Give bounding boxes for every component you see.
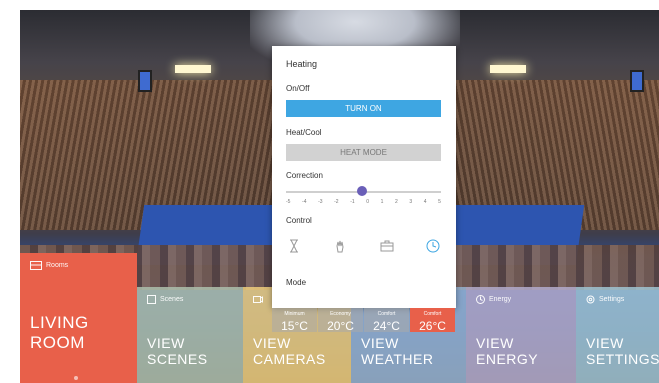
correction-tick: -1 [350,199,355,205]
correction-tick: 2 [394,199,398,205]
control-icons [286,238,441,254]
mode-option-label: Economy [330,311,351,317]
tile-living-room[interactable]: Rooms LIVING ROOM [20,253,137,383]
mode-option[interactable]: Comfort 24°C [364,308,409,333]
scoreboard-screen [138,70,152,92]
heatcool-label: Heat/Cool [286,128,322,137]
mode-selector: Minimum 15°C Economy 20°C Comfort 24°C Comfort… [272,308,456,333]
mode-option-label: Comfort [377,311,396,317]
mode-option[interactable]: Minimum 15°C [272,308,317,333]
tile-settings[interactable]: Settings VIEW SETTINGS [576,287,659,383]
tile-cameras-line1: VIEW [253,335,291,351]
heat-mode-button[interactable]: HEAT MODE [286,144,441,161]
tile-scenes-line2: SCENES [147,351,208,367]
tile-rooms-label: Rooms [46,262,69,269]
mode-option-value: 26°C [419,319,446,333]
mode-option[interactable]: Economy 20°C [318,308,363,333]
correction-tick: 4 [423,199,427,205]
correction-slider-handle[interactable] [357,186,367,196]
tile-energy-line2: ENERGY [476,351,539,367]
onoff-label: On/Off [286,84,310,93]
tile-cameras-line2: CAMERAS [253,351,326,367]
correction-tick: 3 [409,199,413,205]
correction-tick: -4 [302,199,307,205]
control-label: Control [286,216,312,225]
tile-weather-line1: VIEW [361,335,399,351]
hand-icon[interactable] [332,238,348,254]
tile-energy-label: Energy [489,296,512,303]
tile-energy[interactable]: Energy VIEW ENERGY [466,287,576,383]
tile-settings-line1: VIEW [586,335,624,351]
correction-tick: -3 [318,199,323,205]
correction-tick: -2 [334,199,339,205]
correction-tick: 1 [380,199,384,205]
correction-tick: 0 [366,199,370,205]
tile-energy-line1: VIEW [476,335,514,351]
tile-living-line1: LIVING [30,313,89,332]
scoreboard-screen [630,70,644,92]
correction-tick: -5 [286,199,291,205]
scenes-icon [147,295,156,304]
stadium-light [175,65,211,73]
mode-label: Mode [286,278,307,287]
mode-option-value: 15°C [281,319,308,333]
turn-on-button[interactable]: TURN ON [286,100,441,117]
tile-scenes-line1: VIEW [147,335,185,351]
tile-settings-line2: SETTINGS [586,351,659,367]
tile-scenes[interactable]: Scenes VIEW SCENES [137,287,243,383]
mode-option-label: Comfort [423,311,442,317]
mode-option[interactable]: Comfort 26°C [410,308,455,333]
popup-title: Heating [286,59,318,69]
clock-icon[interactable] [425,238,441,254]
mode-option-value: 24°C [373,319,400,333]
hourglass-icon[interactable] [286,238,302,254]
camera-icon [253,296,263,303]
heating-popup: Heating On/Off TURN ON Heat/Cool HEAT MO… [272,46,456,308]
stadium-light [490,65,526,73]
tile-settings-label: Settings [599,296,625,303]
mode-option-label: Minimum [284,311,305,317]
rooms-icon [30,261,42,270]
correction-tick: 5 [438,199,441,205]
tile-weather-line2: WEATHER [361,351,434,367]
tile-scenes-label: Scenes [160,296,184,303]
energy-icon [476,295,485,304]
page-indicator [74,376,78,380]
gear-icon [586,295,595,304]
tile-living-line2: ROOM [30,333,85,352]
correction-label: Correction [286,171,323,180]
correction-ticks: -5 -4 -3 -2 -1 0 1 2 3 4 5 [286,199,441,205]
mode-option-value: 20°C [327,319,354,333]
briefcase-icon[interactable] [379,238,395,254]
